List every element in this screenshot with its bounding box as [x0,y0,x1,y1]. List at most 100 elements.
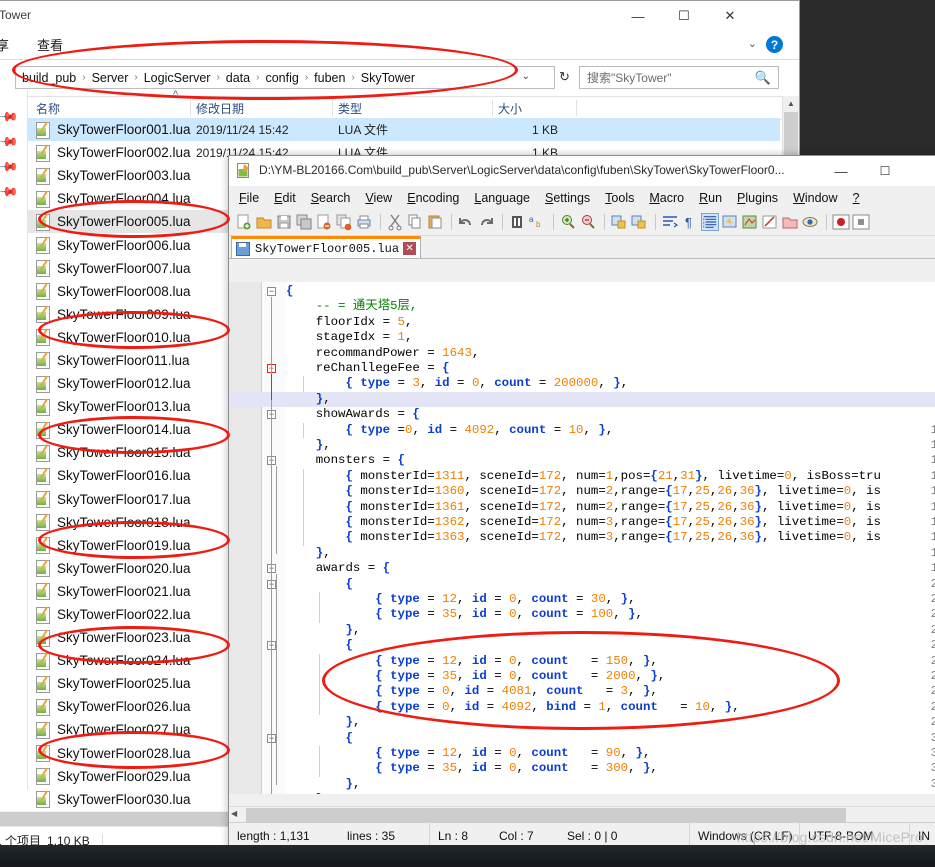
menu-item-[interactable]: ? [853,191,860,205]
breadcrumb-sep: › [134,72,138,83]
pin-icon[interactable]: 📌 [0,156,19,179]
column-header-type[interactable]: 类型 [338,100,362,117]
watermark: https://blog.csdn.net/MicePro [737,829,923,845]
breadcrumb-item-3[interactable]: data [226,71,250,85]
function-list-icon[interactable] [761,213,779,231]
save-all-icon[interactable] [295,213,313,231]
close-tab-icon[interactable]: ✕ [403,242,417,255]
code-editor[interactable]: 1{2 -- = 通天塔5层,3 floorIdx = 5,4 stageIdx… [229,282,935,794]
menu-item-search[interactable]: Search [311,191,351,205]
line-number: 21 [931,592,935,607]
file-name: SkyTowerFloor004.lua [57,191,191,207]
search-input[interactable]: 搜索"SkyTower" 🔍 [579,66,779,89]
cut-icon[interactable] [386,213,404,231]
paste-icon[interactable] [426,213,444,231]
document-map-icon[interactable] [741,213,759,231]
lua-file-icon [36,513,50,532]
save-icon[interactable] [275,213,293,231]
user-defined-language-icon[interactable] [721,213,739,231]
menu-item-macro[interactable]: Macro [649,191,684,205]
print-icon[interactable] [355,213,373,231]
code-folding-column[interactable] [262,282,286,794]
indent-guideline-icon[interactable] [701,213,719,231]
find-icon[interactable] [508,213,526,231]
menu-item-language[interactable]: Language [474,191,530,205]
column-header-size[interactable]: 大小 [498,100,522,117]
breadcrumb[interactable]: build_pub › Server › LogicServer › data … [15,66,555,89]
sync-horizontal-scroll-icon[interactable] [630,213,648,231]
breadcrumb-item-6[interactable]: SkyTower [361,71,415,85]
stop-record-macro-icon[interactable] [852,213,870,231]
copy-icon[interactable] [406,213,424,231]
ribbon-tab-share[interactable]: 共享 [0,35,9,54]
start-record-macro-icon[interactable] [832,213,850,231]
editor-horizontal-scrollbar[interactable]: ◀ ▶ [229,806,935,823]
new-file-icon[interactable] [235,213,253,231]
lua-file-icon [36,374,50,393]
breadcrumb-sep: › [216,72,220,83]
breadcrumb-item-2[interactable]: LogicServer [144,71,211,85]
menu-item-run[interactable]: Run [699,191,722,205]
menu-item-window[interactable]: Window [793,191,837,205]
breadcrumb-item-0[interactable]: build_pub [22,71,76,85]
explorer-maximize-button[interactable]: ☐ [661,1,707,31]
breadcrumb-sep: › [256,72,260,83]
monitoring-icon[interactable] [801,213,819,231]
explorer-close-button[interactable]: ✕ [707,1,753,31]
line-number: 18 [931,546,935,561]
fold-toggle-icon[interactable]: − [267,287,276,296]
code-line: { type = 35, id = 0, count = 2000, }, [375,669,666,683]
menu-item-edit[interactable]: Edit [274,191,296,205]
undo-icon[interactable] [457,213,475,231]
close-file-icon[interactable] [315,213,333,231]
redo-icon[interactable] [477,213,495,231]
folder-as-workspace-icon[interactable] [781,213,799,231]
word-wrap-icon[interactable] [661,213,679,231]
menu-item-encoding[interactable]: Encoding [407,191,459,205]
menu-item-file[interactable]: File [239,191,259,205]
editor-tab[interactable]: SkyTowerFloor005.lua ✕ [231,236,422,258]
search-icon[interactable]: 🔍 [755,70,771,86]
notepadpp-minimize-button[interactable]: — [819,156,863,186]
menu-item-tools[interactable]: Tools [605,191,634,205]
code-line: } [286,792,323,794]
menu-item-settings[interactable]: Settings [545,191,590,205]
close-all-files-icon[interactable] [335,213,353,231]
scrollbar-thumb[interactable] [246,808,846,822]
lua-file-icon [36,398,50,416]
lua-file-icon [36,305,50,324]
line-number: 16 [931,515,935,530]
menu-item-plugins[interactable]: Plugins [737,191,778,205]
replace-icon[interactable]: ab [528,213,546,231]
menu-item-view[interactable]: View [365,191,392,205]
column-header-name[interactable]: 名称 [36,100,60,117]
zoom-in-icon[interactable] [559,213,577,231]
open-file-icon[interactable] [255,213,273,231]
show-all-characters-icon[interactable]: ¶ [681,213,699,231]
zoom-out-icon[interactable] [579,213,597,231]
breadcrumb-item-1[interactable]: Server [92,71,129,85]
scroll-up-icon[interactable]: ▲ [783,96,799,112]
scroll-left-icon[interactable]: ◀ [231,809,237,818]
address-chevron-down-icon[interactable]: ⌄ [522,71,530,82]
column-header-date[interactable]: 修改日期 [196,100,244,117]
ribbon-tab-view[interactable]: 查看 [37,35,63,54]
breadcrumb-item-4[interactable]: config [265,71,298,85]
lua-file-icon [36,144,50,162]
sync-vertical-scroll-icon[interactable] [610,213,628,231]
list-item[interactable]: SkyTowerFloor001.lua 2019/11/24 15:42 LUA … [28,118,780,142]
explorer-minimize-button[interactable]: — [615,1,661,31]
lua-file-icon [36,744,50,763]
code-line: { type = 0, id = 4081, count = 3, }, [375,684,658,699]
chevron-down-icon[interactable]: ⌄ [748,37,757,50]
pin-icon[interactable]: 📌 [0,106,19,129]
code-line: }, [315,438,331,452]
help-icon[interactable]: ? [766,36,783,53]
refresh-icon[interactable]: ↻ [559,69,570,85]
pin-icon[interactable]: 📌 [0,131,19,154]
notepadpp-maximize-button[interactable]: ☐ [863,156,907,186]
pin-icon[interactable]: 📌 [0,181,19,204]
lua-file-icon [36,351,50,370]
code-line: { type = 3, id = 0, count = 200000, }, [345,376,629,391]
breadcrumb-item-5[interactable]: fuben [314,71,345,85]
